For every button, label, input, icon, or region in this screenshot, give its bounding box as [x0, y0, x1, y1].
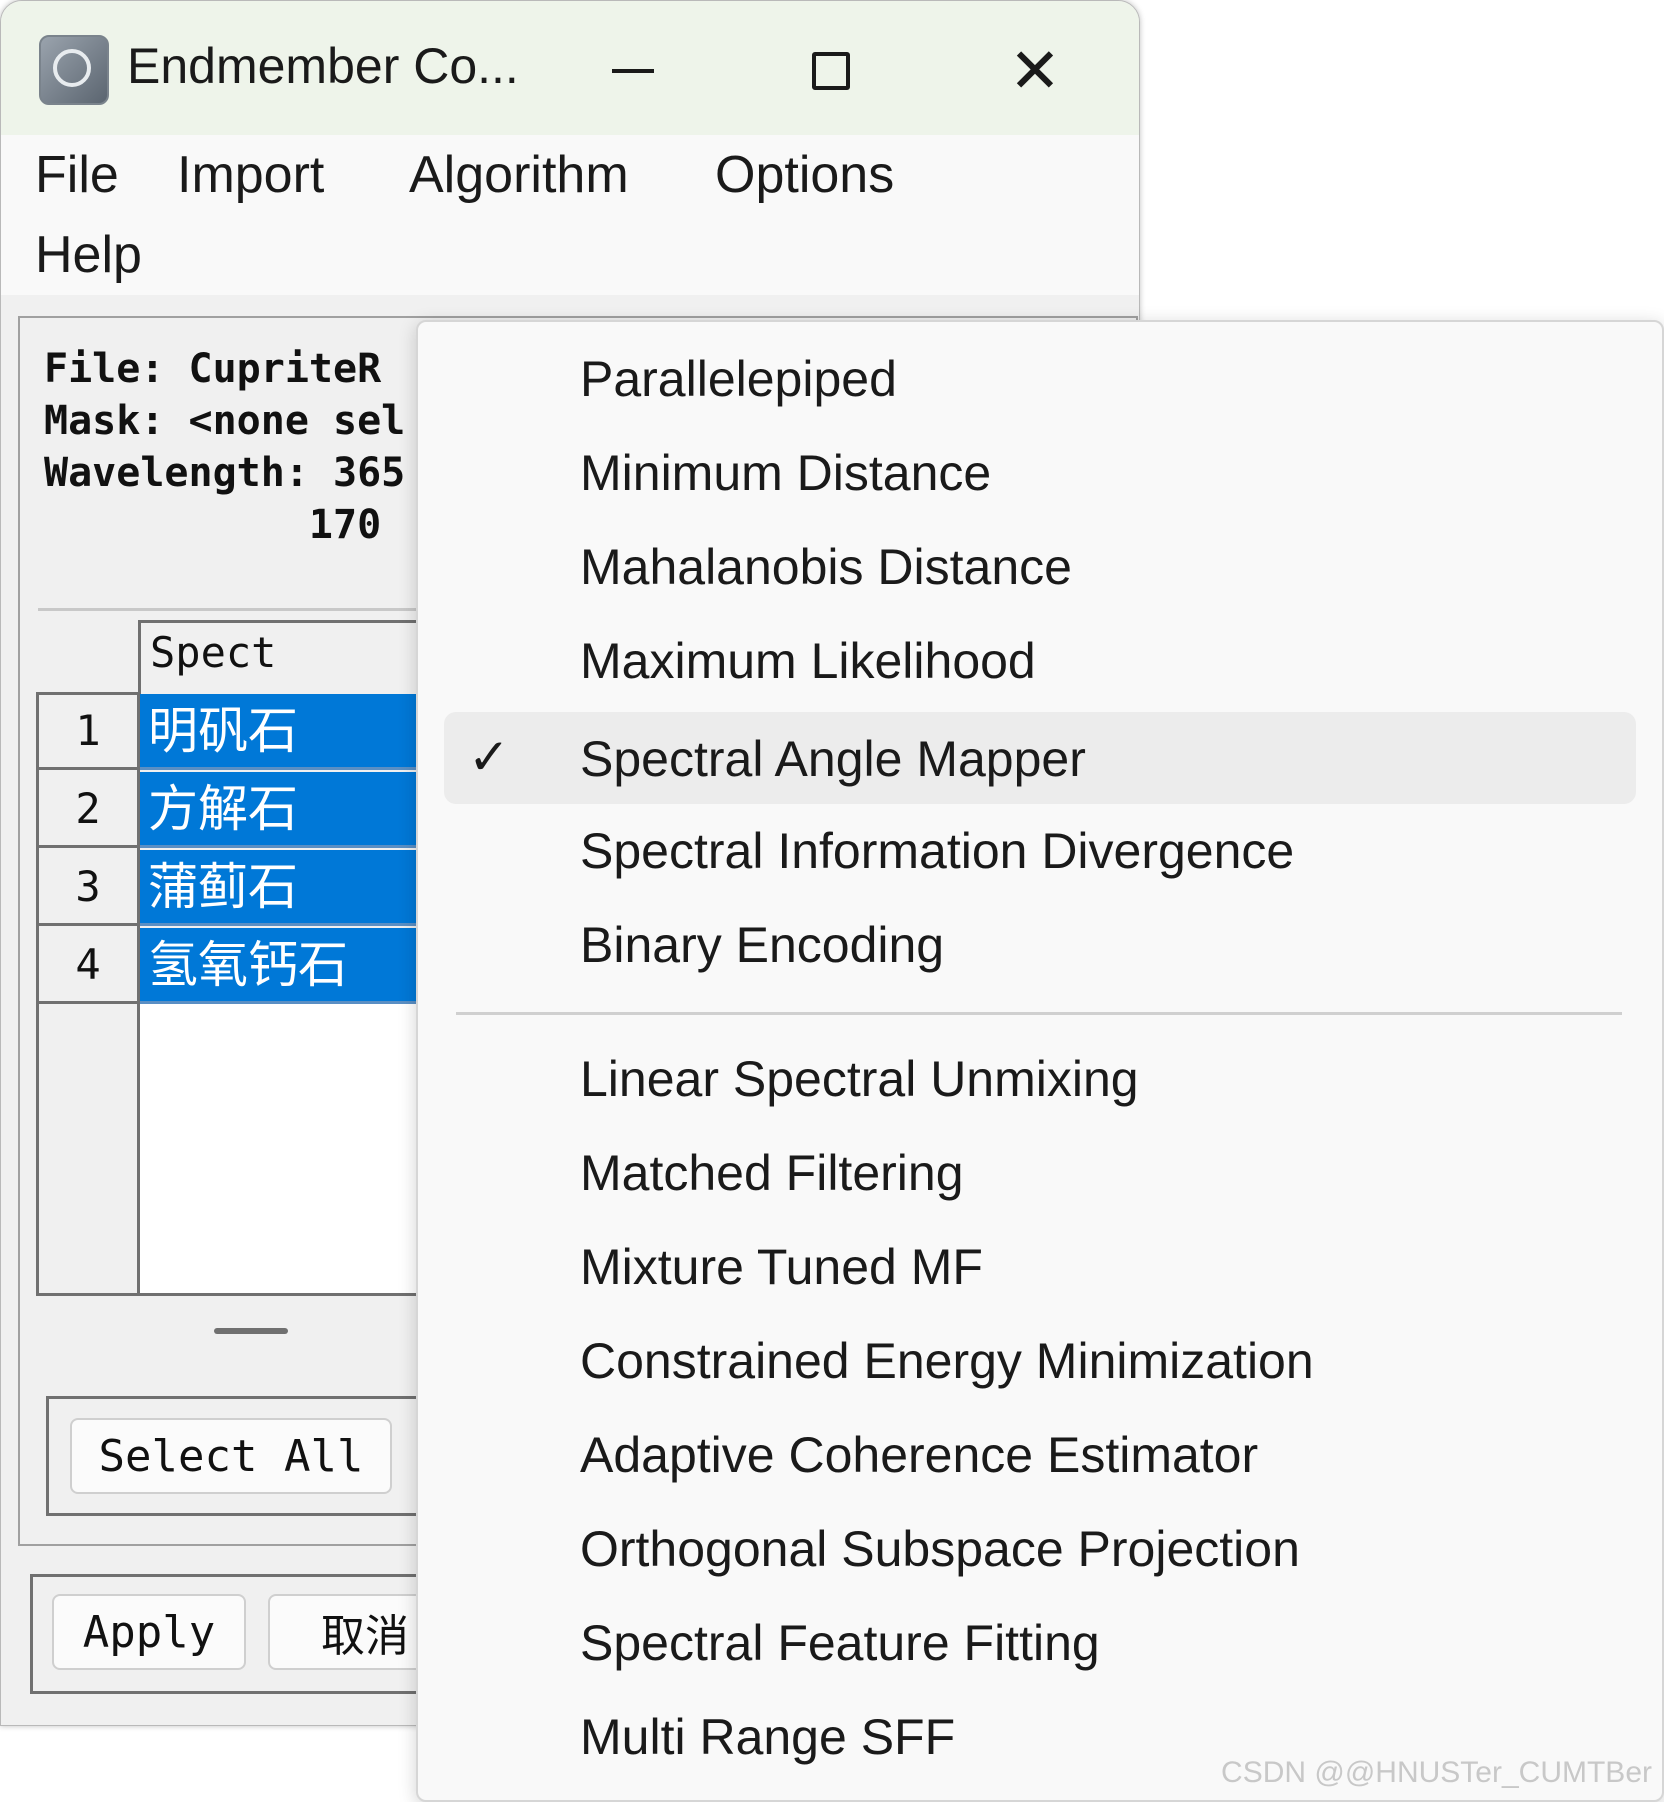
menu-item-constrained-energy-minimization[interactable]: Constrained Energy Minimization — [444, 1320, 1636, 1400]
menu-item-parallelepiped[interactable]: Parallelepiped — [444, 338, 1636, 418]
menu-item-label: Adaptive Coherence Estimator — [580, 1427, 1259, 1483]
menu-file[interactable]: File — [35, 145, 119, 205]
close-button[interactable]: ✕ — [995, 31, 1075, 111]
menu-item-label: Constrained Energy Minimization — [580, 1333, 1314, 1389]
menu-item-matched-filtering[interactable]: Matched Filtering — [444, 1132, 1636, 1212]
window-title: Endmember Co... — [127, 38, 519, 94]
spectrum-column-header-label: Spect — [150, 628, 277, 677]
table-row[interactable]: 方解石 — [140, 772, 460, 848]
menu-algorithm[interactable]: Algorithm — [409, 145, 629, 205]
maximize-icon — [812, 52, 850, 90]
menu-import[interactable]: Import — [177, 145, 324, 205]
menu-item-mixture-tuned-mf[interactable]: Mixture Tuned MF — [444, 1226, 1636, 1306]
menu-item-label: Spectral Feature Fitting — [580, 1615, 1100, 1671]
row-number[interactable]: 4 — [36, 928, 140, 1004]
row-number[interactable]: 3 — [36, 850, 140, 926]
menu-item-spectral-angle-mapper[interactable]: ✓ Spectral Angle Mapper — [444, 712, 1636, 804]
menu-item-label: Mixture Tuned MF — [580, 1239, 983, 1295]
menu-item-label: Mahalanobis Distance — [580, 539, 1072, 595]
apply-button[interactable]: Apply — [52, 1594, 246, 1670]
menu-item-adaptive-coherence-estimator[interactable]: Adaptive Coherence Estimator — [444, 1414, 1636, 1494]
menu-bar: File Import Algorithm Options Help — [1, 135, 1139, 295]
minimize-icon — [612, 69, 654, 73]
wavelength-info-text: Wavelength: 365 — [44, 450, 406, 496]
maximize-button[interactable] — [791, 31, 871, 111]
menu-item-label: Spectral Information Divergence — [580, 823, 1295, 879]
row-number[interactable]: 1 — [36, 694, 140, 770]
mask-info-text: Mask: <none sel — [44, 398, 406, 444]
menu-item-orthogonal-subspace-projection[interactable]: Orthogonal Subspace Projection — [444, 1508, 1636, 1588]
app-icon — [39, 35, 109, 105]
menu-item-label: Binary Encoding — [580, 917, 945, 973]
table-empty-area — [140, 1004, 460, 1296]
check-icon: ✓ — [468, 728, 510, 786]
row-number[interactable]: 2 — [36, 772, 140, 848]
menu-help[interactable]: Help — [35, 225, 142, 285]
select-all-button[interactable]: Select All — [70, 1418, 392, 1494]
minimize-button[interactable] — [593, 31, 673, 111]
watermark-text: CSDN @@HNUSTer_CUMTBer — [1221, 1756, 1652, 1789]
menu-item-spectral-information-divergence[interactable]: Spectral Information Divergence — [444, 810, 1636, 890]
menu-item-minimum-distance[interactable]: Minimum Distance — [444, 432, 1636, 512]
menu-item-label: Linear Spectral Unmixing — [580, 1051, 1139, 1107]
wavelength-range-text: 170 — [44, 502, 382, 548]
menu-item-binary-encoding[interactable]: Binary Encoding — [444, 904, 1636, 984]
menu-item-label: Matched Filtering — [580, 1145, 964, 1201]
splitter-handle[interactable] — [214, 1328, 288, 1334]
menu-item-label: Spectral Angle Mapper — [580, 731, 1086, 787]
menu-item-label: Orthogonal Subspace Projection — [580, 1521, 1300, 1577]
table-row[interactable]: 蒲蓟石 — [140, 850, 460, 926]
menu-item-maximum-likelihood[interactable]: Maximum Likelihood — [444, 620, 1636, 700]
file-info-text: File: CupriteR — [44, 346, 382, 392]
menu-item-label: Parallelepiped — [580, 351, 897, 407]
close-icon: ✕ — [1009, 34, 1061, 107]
menu-item-label: Maximum Likelihood — [580, 633, 1036, 689]
menu-separator — [456, 1012, 1622, 1015]
table-row[interactable]: 明矾石 — [140, 694, 460, 770]
menu-item-label: Minimum Distance — [580, 445, 992, 501]
menu-options[interactable]: Options — [715, 145, 894, 205]
table-row[interactable]: 氢氧钙石 — [140, 928, 460, 1004]
menu-item-label: Multi Range SFF — [580, 1709, 956, 1765]
title-bar[interactable]: Endmember Co... ✕ — [1, 1, 1139, 135]
menu-item-linear-spectral-unmixing[interactable]: Linear Spectral Unmixing — [444, 1038, 1636, 1118]
menu-item-mahalanobis-distance[interactable]: Mahalanobis Distance — [444, 526, 1636, 606]
menu-item-spectral-feature-fitting[interactable]: Spectral Feature Fitting — [444, 1602, 1636, 1682]
